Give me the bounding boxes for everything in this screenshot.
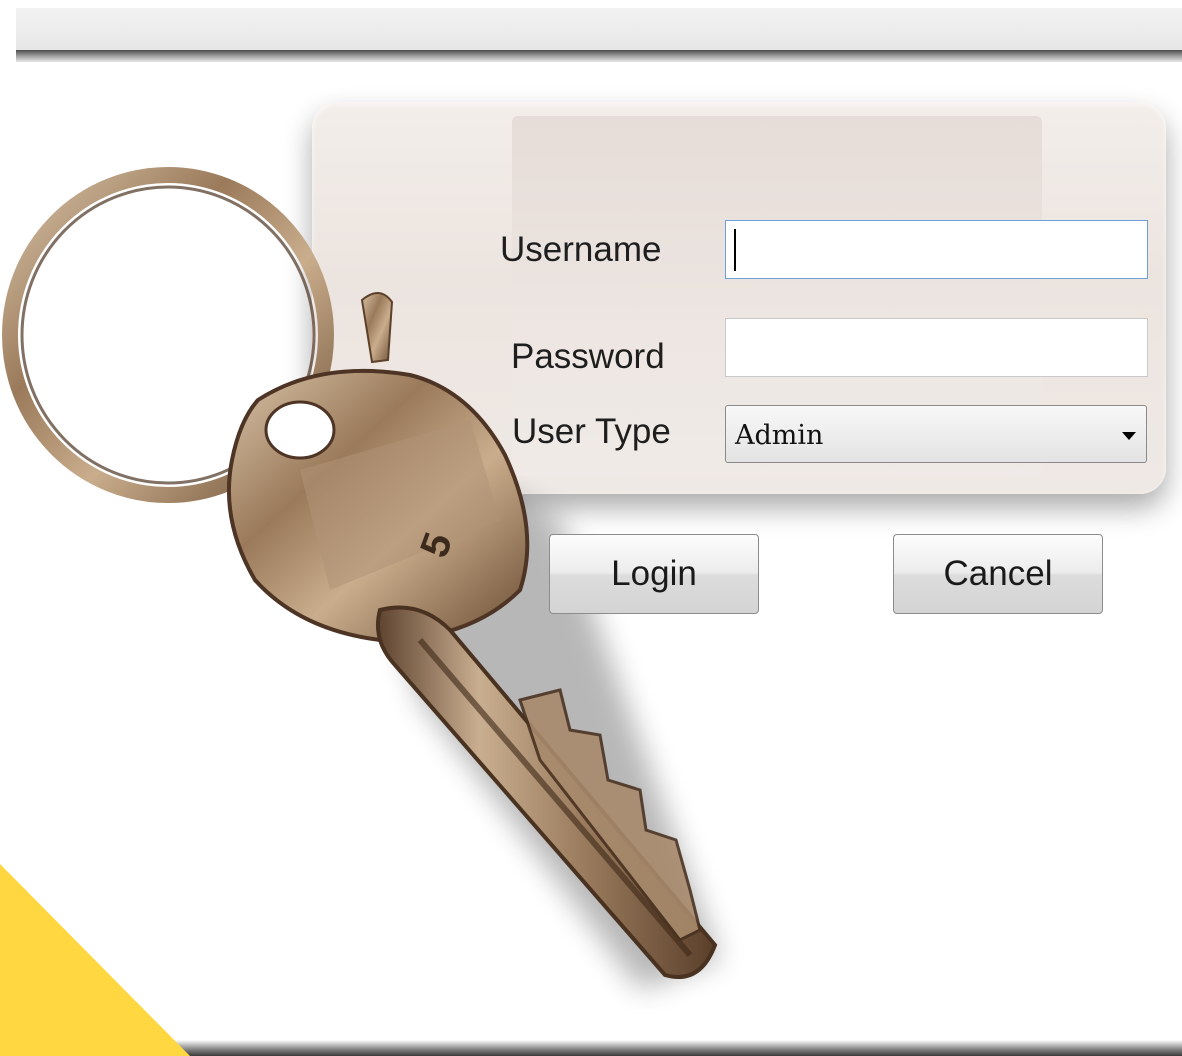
window-title-bar [16,8,1182,54]
password-input[interactable] [725,318,1148,377]
password-label: Password [511,337,665,376]
username-label: Username [500,230,662,269]
text-caret [734,229,736,271]
key-link-pin [360,292,394,364]
key-head-hole [264,400,336,460]
user-type-selected-value: Admin [735,420,824,451]
chevron-down-icon[interactable] [1122,432,1136,440]
user-type-select[interactable]: Admin [725,405,1147,463]
user-type-label: User Type [512,412,671,451]
cancel-button[interactable]: Cancel [893,534,1103,614]
window-bottom-edge [16,1040,1182,1056]
username-input[interactable] [725,220,1148,279]
login-button[interactable]: Login [549,534,759,614]
